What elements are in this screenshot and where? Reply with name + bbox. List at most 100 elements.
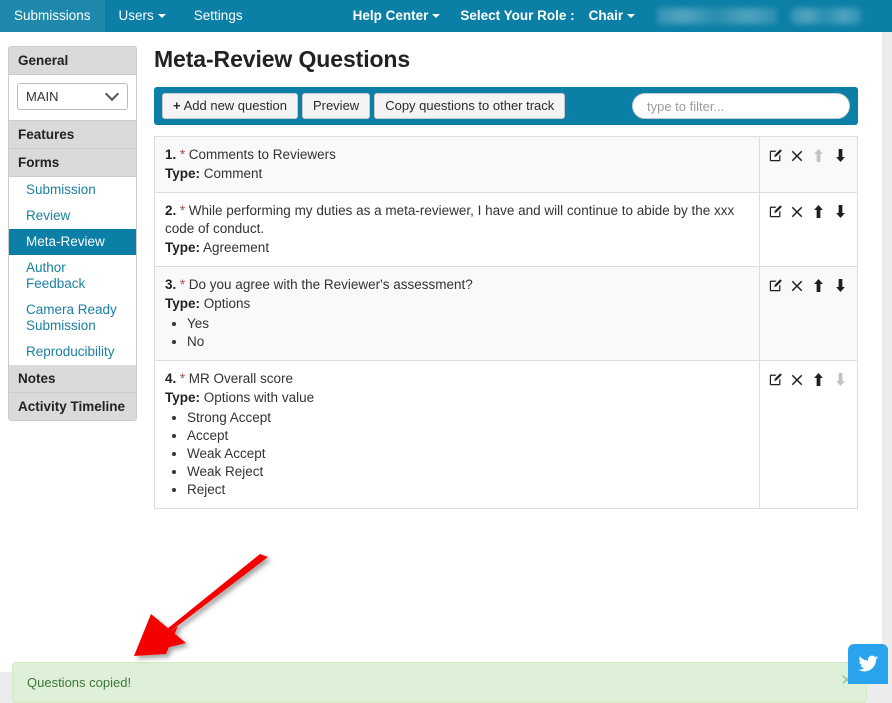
question-type-row: Type: Agreement xyxy=(165,239,749,257)
question-number: 2. xyxy=(165,203,177,218)
row-actions xyxy=(759,137,857,192)
page-title: Meta-Review Questions xyxy=(154,46,411,72)
sidebar: General MAIN Features Forms Submission R… xyxy=(8,46,137,421)
question-number: 4. xyxy=(165,371,177,386)
move-up-icon[interactable] xyxy=(811,373,826,387)
track-select-wrapper: MAIN xyxy=(9,75,136,121)
list-item: Reject xyxy=(187,481,749,499)
chevron-down-icon xyxy=(627,14,636,19)
sidebar-item-submission[interactable]: Submission xyxy=(9,177,136,203)
delete-icon[interactable] xyxy=(790,206,805,218)
question-type-label: Type: xyxy=(165,296,201,311)
sidebar-item-meta-review[interactable]: Meta-Review xyxy=(9,229,136,255)
question-number: 1. xyxy=(165,147,177,162)
chevron-down-icon xyxy=(157,14,166,19)
required-marker: * xyxy=(179,203,186,218)
question-number: 3. xyxy=(165,277,177,292)
sidebar-heading-notes[interactable]: Notes xyxy=(9,365,136,393)
question-type-value: Agreement xyxy=(203,240,270,255)
chevron-down-icon xyxy=(432,14,441,19)
question-text: While performing my duties as a meta-rev… xyxy=(165,203,735,236)
nav-redacted-item-2[interactable] xyxy=(791,8,862,24)
sidebar-item-author-feedback[interactable]: Author Feedback xyxy=(9,255,136,297)
question-type-label: Type: xyxy=(165,166,201,181)
edit-icon[interactable] xyxy=(768,205,783,218)
sidebar-heading-activity-timeline[interactable]: Activity Timeline xyxy=(9,393,136,420)
navbar-left-group: Submissions Users Settings xyxy=(0,0,257,32)
twitter-icon xyxy=(858,655,879,672)
move-up-icon xyxy=(811,149,826,163)
question-cell: 4. * MR Overall score Type: Options with… xyxy=(155,361,759,508)
nav-item-settings[interactable]: Settings xyxy=(180,0,257,32)
nav-role-value: Chair xyxy=(588,8,624,23)
main-content: Meta-Review Questions + Add new question … xyxy=(150,32,870,509)
add-new-question-label: Add new question xyxy=(183,98,287,113)
question-type-row: Type: Options with value xyxy=(165,389,749,407)
move-down-icon xyxy=(833,373,848,387)
delete-icon[interactable] xyxy=(790,150,805,162)
edit-icon[interactable] xyxy=(768,373,783,386)
question-cell: 1. * Comments to Reviewers Type: Comment xyxy=(155,137,759,192)
nav-help-center-label: Help Center xyxy=(352,8,429,23)
list-item: Weak Reject xyxy=(187,463,749,481)
navbar-right-group: Help Center Select Your Role : Chair xyxy=(345,0,862,32)
question-type-value: Comment xyxy=(203,166,263,181)
question-text: Comments to Reviewers xyxy=(188,147,336,162)
table-row: 4. * MR Overall score Type: Options with… xyxy=(155,361,857,508)
question-type-value: Options xyxy=(203,296,251,311)
twitter-share-button[interactable] xyxy=(848,644,888,684)
filter-input[interactable] xyxy=(632,93,850,119)
table-row: 3. * Do you agree with the Reviewer's as… xyxy=(155,267,857,361)
sidebar-heading-forms[interactable]: Forms xyxy=(9,149,136,177)
top-navbar: Submissions Users Settings Help Center S… xyxy=(0,0,892,32)
table-row: 2. * While performing my duties as a met… xyxy=(155,193,857,267)
delete-icon[interactable] xyxy=(790,374,805,386)
move-up-icon[interactable] xyxy=(811,279,826,293)
row-actions xyxy=(759,267,857,360)
sidebar-item-reproducibility[interactable]: Reproducibility xyxy=(9,339,136,365)
list-item: No xyxy=(187,333,749,351)
track-select[interactable]: MAIN xyxy=(17,83,128,110)
move-down-icon[interactable] xyxy=(833,149,848,163)
sidebar-item-camera-ready-submission[interactable]: Camera Ready Submission xyxy=(9,297,136,339)
edit-icon[interactable] xyxy=(768,279,783,292)
question-type-value: Options with value xyxy=(203,390,315,405)
list-item: Strong Accept xyxy=(187,409,749,427)
question-type-label: Type: xyxy=(165,390,201,405)
nav-item-users[interactable]: Users xyxy=(105,0,180,32)
required-marker: * xyxy=(179,371,186,386)
required-marker: * xyxy=(179,147,186,162)
question-cell: 2. * While performing my duties as a met… xyxy=(155,193,759,266)
move-up-icon[interactable] xyxy=(811,205,826,219)
question-type-row: Type: Comment xyxy=(165,165,749,183)
nav-redacted-item-1[interactable] xyxy=(657,8,778,24)
move-down-icon[interactable] xyxy=(833,279,848,293)
required-marker: * xyxy=(179,277,186,292)
page-body: General MAIN Features Forms Submission R… xyxy=(0,32,882,703)
plus-icon: + xyxy=(173,98,181,113)
copy-questions-button[interactable]: Copy questions to other track xyxy=(374,93,566,119)
delete-icon[interactable] xyxy=(790,280,805,292)
sidebar-heading-general: General xyxy=(9,47,136,75)
nav-item-help-center[interactable]: Help Center xyxy=(345,0,449,32)
nav-item-users-label: Users xyxy=(118,8,154,23)
nav-role-dropdown[interactable]: Chair xyxy=(581,0,644,32)
question-text: Do you agree with the Reviewer's assessm… xyxy=(188,277,473,292)
list-item: Weak Accept xyxy=(187,445,749,463)
question-options: Yes No xyxy=(165,315,749,351)
preview-button[interactable]: Preview xyxy=(301,93,371,119)
page-right-gutter xyxy=(882,32,892,684)
add-new-question-button[interactable]: + Add new question xyxy=(162,93,298,119)
table-row: 1. * Comments to Reviewers Type: Comment xyxy=(155,137,857,193)
questions-toolbar: + Add new question Preview Copy questions… xyxy=(154,87,858,125)
sidebar-item-review[interactable]: Review xyxy=(9,203,136,229)
question-options: Strong Accept Accept Weak Accept Weak Re… xyxy=(165,409,749,499)
row-actions xyxy=(759,361,857,508)
edit-icon[interactable] xyxy=(768,149,783,162)
question-type-row: Type: Options xyxy=(165,295,749,313)
question-cell: 3. * Do you agree with the Reviewer's as… xyxy=(155,267,759,360)
sidebar-heading-features[interactable]: Features xyxy=(9,121,136,149)
nav-role-label: Select Your Role : xyxy=(460,8,575,23)
move-down-icon[interactable] xyxy=(833,205,848,219)
nav-item-submissions[interactable]: Submissions xyxy=(0,0,105,32)
